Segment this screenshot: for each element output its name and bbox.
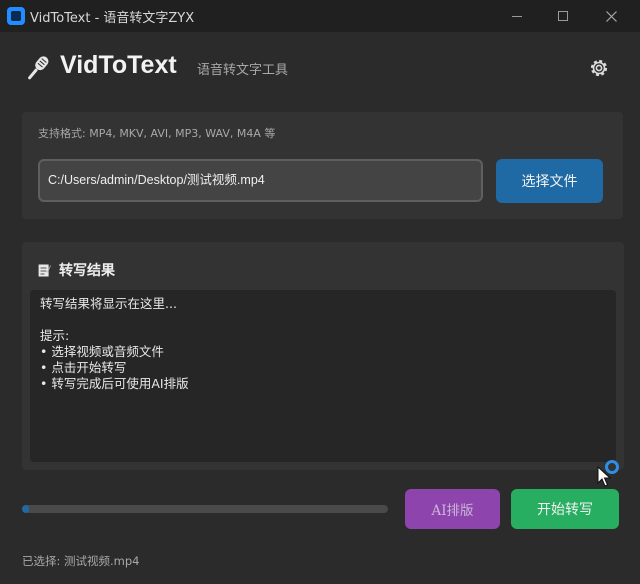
maximize-button[interactable]: [540, 0, 586, 32]
app-name: VidToText: [60, 51, 177, 79]
close-button[interactable]: [588, 0, 634, 32]
memo-icon: [38, 264, 51, 277]
app-icon: [7, 7, 25, 25]
maximize-icon: [558, 11, 568, 21]
result-title: 转写结果: [59, 263, 115, 279]
supported-formats: 支持格式: MP4, MKV, AVI, MP3, WAV, M4A 等: [38, 127, 276, 140]
start-transcribe-button[interactable]: 开始转写: [511, 489, 619, 529]
file-path-input[interactable]: C:/Users/admin/Desktop/测试视频.mp4: [38, 159, 483, 202]
status-text: 已选择: 测试视频.mp4: [22, 554, 140, 568]
minimize-icon: [512, 15, 522, 17]
file-select-panel: 支持格式: MP4, MKV, AVI, MP3, WAV, M4A 等 C:/…: [22, 112, 623, 219]
result-textbox[interactable]: 转写结果将显示在这里... 提示: • 选择视频或音频文件 • 点击开始转写 •…: [30, 290, 616, 462]
close-icon: [605, 10, 617, 22]
title-bar: VidToText - 语音转文字ZYX: [0, 0, 640, 32]
mouse-cursor-icon: [597, 466, 611, 487]
app-subtitle: 语音转文字工具: [197, 63, 289, 78]
minimize-button[interactable]: [494, 0, 540, 32]
main-content: VidToText 语音转文字工具 支持格式: MP4, MKV, AVI, M…: [0, 32, 640, 584]
progress-fill: [22, 505, 30, 513]
result-panel: 转写结果 转写结果将显示在这里... 提示: • 选择视频或音频文件 • 点击开…: [22, 242, 624, 470]
progress-bar: [22, 505, 388, 513]
result-text: 转写结果将显示在这里... 提示: • 选择视频或音频文件 • 点击开始转写 •…: [40, 296, 189, 391]
choose-file-button[interactable]: 选择文件: [496, 159, 603, 203]
window-title: VidToText - 语音转文字ZYX: [30, 11, 195, 26]
microphone-icon: [28, 56, 49, 80]
ai-format-button[interactable]: AI排版: [405, 489, 500, 529]
result-header: 转写结果: [38, 260, 115, 280]
gear-icon[interactable]: [586, 55, 612, 81]
